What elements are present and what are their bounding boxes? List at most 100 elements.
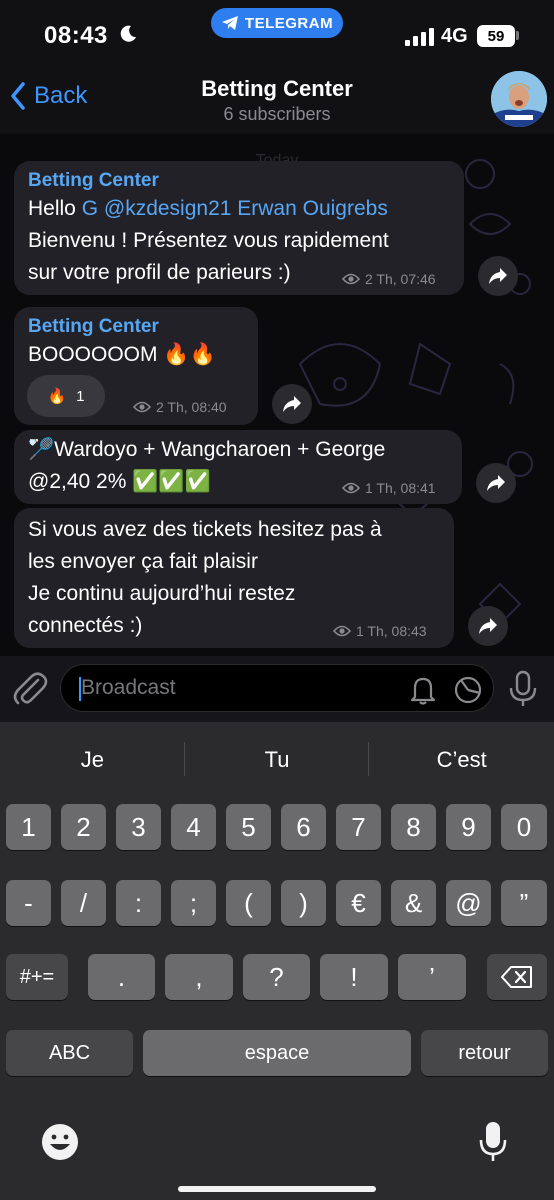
reaction-chip[interactable]: 🔥 1 — [27, 375, 105, 417]
chevron-left-icon — [11, 82, 25, 110]
telegram-pill-label: TELEGRAM — [244, 14, 334, 32]
text-caret — [79, 677, 81, 701]
forward-button[interactable] — [272, 384, 312, 424]
views-time: 1 Th, 08:43 — [356, 623, 427, 639]
composer-bar: Broadcast — [0, 656, 554, 722]
telegram-pill[interactable]: TELEGRAM — [211, 8, 343, 38]
key[interactable]: ; — [171, 880, 216, 926]
key[interactable]: ! — [320, 954, 388, 1000]
key[interactable]: 8 — [391, 804, 436, 850]
key[interactable]: ” — [501, 880, 547, 926]
paperclip-icon[interactable] — [12, 670, 48, 708]
key[interactable]: 5 — [226, 804, 271, 850]
forward-button[interactable] — [476, 463, 516, 503]
suggestion-bar: Je Tu C’est — [0, 722, 554, 798]
battery-level: 59 — [487, 27, 505, 45]
views-time: 1 Th, 08:41 — [365, 480, 436, 496]
network-type: 4G — [441, 25, 468, 47]
key[interactable]: 9 — [446, 804, 491, 850]
message-input[interactable]: Broadcast — [60, 664, 494, 712]
reaction-emoji: 🔥 — [47, 388, 67, 405]
keyboard: Je Tu C’est 1 2 3 4 5 6 7 8 9 0 - / : ; … — [0, 722, 554, 1200]
key[interactable]: ’ — [398, 954, 466, 1000]
message-sender[interactable]: Betting Center — [28, 315, 244, 339]
message-list[interactable]: Today Betting Center Hello G @kzdesign21… — [0, 134, 554, 656]
key[interactable]: € — [336, 880, 381, 926]
bell-icon[interactable] — [409, 675, 437, 705]
forward-button[interactable] — [468, 606, 508, 646]
message-line: 🏸Wardoyo + Wangcharoen + George — [28, 438, 386, 461]
channel-avatar[interactable] — [491, 71, 547, 127]
eye-icon — [342, 482, 360, 494]
abc-key[interactable]: ABC — [6, 1030, 133, 1076]
message-meta: 2 Th, 08:40 — [133, 399, 227, 415]
input-placeholder: Broadcast — [81, 676, 176, 699]
key[interactable]: & — [391, 880, 436, 926]
views-time: 2 Th, 07:46 — [365, 271, 436, 287]
suggestion-divider — [368, 742, 369, 776]
key[interactable]: 6 — [281, 804, 326, 850]
key[interactable]: . — [88, 954, 155, 1000]
views-time: 2 Th, 08:40 — [156, 399, 227, 415]
eye-icon — [342, 273, 360, 285]
message-line: Bienvenu ! Présentez vous rapidement — [28, 229, 389, 252]
key[interactable]: / — [61, 880, 106, 926]
symbols-toggle-key[interactable]: #+= — [6, 954, 68, 1000]
delete-key[interactable] — [487, 954, 547, 1000]
key[interactable]: ? — [243, 954, 310, 1000]
battery-indicator: 59 — [477, 25, 515, 47]
suggestion-item[interactable]: C’est — [369, 722, 554, 798]
key[interactable]: 3 — [116, 804, 161, 850]
reaction-count: 1 — [76, 387, 85, 405]
key[interactable]: , — [165, 954, 233, 1000]
key[interactable]: 4 — [171, 804, 216, 850]
timer-icon[interactable] — [453, 675, 483, 705]
message-meta: 1 Th, 08:43 — [333, 623, 427, 639]
mention-link[interactable]: G @kzdesign21 Erwan Ouigrebs — [82, 197, 388, 220]
message-line: Si vous avez des tickets hesitez pas à — [28, 518, 382, 541]
back-button[interactable]: Back — [10, 82, 87, 110]
share-arrow-icon — [283, 396, 301, 412]
message-sender[interactable]: Betting Center — [28, 169, 450, 193]
status-bar: 08:43 TELEGRAM 4G 59 — [0, 0, 554, 72]
avatar-photo — [491, 71, 547, 127]
backspace-icon — [501, 966, 532, 988]
key[interactable]: 7 — [336, 804, 381, 850]
share-arrow-icon — [479, 618, 497, 634]
message-line: Hello G @kzdesign21 Erwan Ouigrebs — [28, 193, 450, 225]
message-meta: 1 Th, 08:41 — [342, 480, 436, 496]
key[interactable]: @ — [446, 880, 491, 926]
dictation-microphone-icon[interactable] — [478, 1120, 508, 1164]
message-text: BOOOOOOM 🔥🔥 — [28, 343, 216, 366]
message-text: Hello — [28, 197, 82, 220]
home-indicator[interactable] — [178, 1186, 376, 1192]
microphone-icon[interactable] — [508, 670, 538, 708]
share-arrow-icon — [487, 475, 505, 491]
chat-header: Betting Center 6 subscribers Back — [0, 71, 554, 134]
signal-icon — [405, 28, 434, 46]
key[interactable]: - — [6, 880, 51, 926]
status-time: 08:43 — [44, 22, 108, 49]
battery-tip — [516, 31, 519, 40]
suggestion-divider — [184, 742, 185, 776]
eye-icon — [333, 625, 351, 637]
key[interactable]: ( — [226, 880, 271, 926]
key[interactable]: ) — [281, 880, 326, 926]
space-key[interactable]: espace — [143, 1030, 411, 1076]
message-meta: 2 Th, 07:46 — [342, 271, 436, 287]
telegram-icon — [221, 16, 238, 30]
moon-icon — [120, 25, 136, 42]
forward-button[interactable] — [478, 256, 518, 296]
share-arrow-icon — [489, 268, 507, 284]
eye-icon — [133, 401, 151, 413]
suggestion-item[interactable]: Je — [0, 722, 185, 798]
message-line: Je continu aujourd’hui restez — [28, 582, 296, 605]
suggestion-item[interactable]: Tu — [185, 722, 370, 798]
key[interactable]: 1 — [6, 804, 51, 850]
message-line: les envoyer ça fait plaisir — [28, 550, 258, 573]
key[interactable]: : — [116, 880, 161, 926]
emoji-icon[interactable] — [40, 1122, 80, 1162]
return-key[interactable]: retour — [421, 1030, 548, 1076]
key[interactable]: 0 — [501, 804, 547, 850]
key[interactable]: 2 — [61, 804, 106, 850]
